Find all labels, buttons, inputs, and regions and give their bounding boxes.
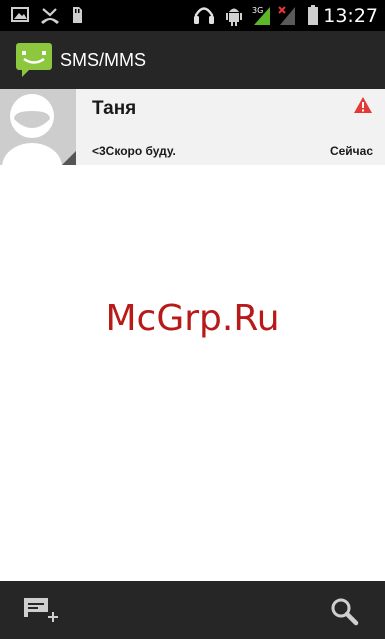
missed-call-icon xyxy=(40,0,60,31)
default-contact-avatar[interactable] xyxy=(0,89,76,165)
bottom-action-bar xyxy=(0,581,385,639)
network-label: 3G xyxy=(252,6,263,15)
search-button[interactable] xyxy=(310,581,380,639)
signal-no-sim-icon xyxy=(277,0,297,31)
image-notification-icon xyxy=(11,0,29,31)
app-title: SMS/MMS xyxy=(60,50,147,70)
watermark: McGrp.Ru xyxy=(105,298,280,339)
contact-name: Таня xyxy=(92,98,137,119)
search-icon xyxy=(331,598,359,626)
status-bar: 3G 13:27 xyxy=(0,0,385,31)
signal-3g-icon: 3G xyxy=(251,0,273,31)
new-message-icon xyxy=(24,598,58,622)
action-bar: SMS/MMS xyxy=(0,31,385,89)
warning-icon xyxy=(353,96,373,114)
message-time: Сейчас xyxy=(329,144,373,158)
status-clock: 13:27 xyxy=(323,5,378,27)
sd-card-icon xyxy=(71,0,83,31)
message-snippet: <3Скоро буду. xyxy=(92,144,176,158)
conversation-item[interactable]: Таня <3Скоро буду. Сейчас xyxy=(0,89,385,165)
android-debug-icon xyxy=(224,0,244,31)
headset-icon xyxy=(193,0,215,31)
messaging-app-icon[interactable] xyxy=(15,41,53,79)
battery-icon xyxy=(307,0,319,31)
new-message-button[interactable] xyxy=(4,581,74,639)
